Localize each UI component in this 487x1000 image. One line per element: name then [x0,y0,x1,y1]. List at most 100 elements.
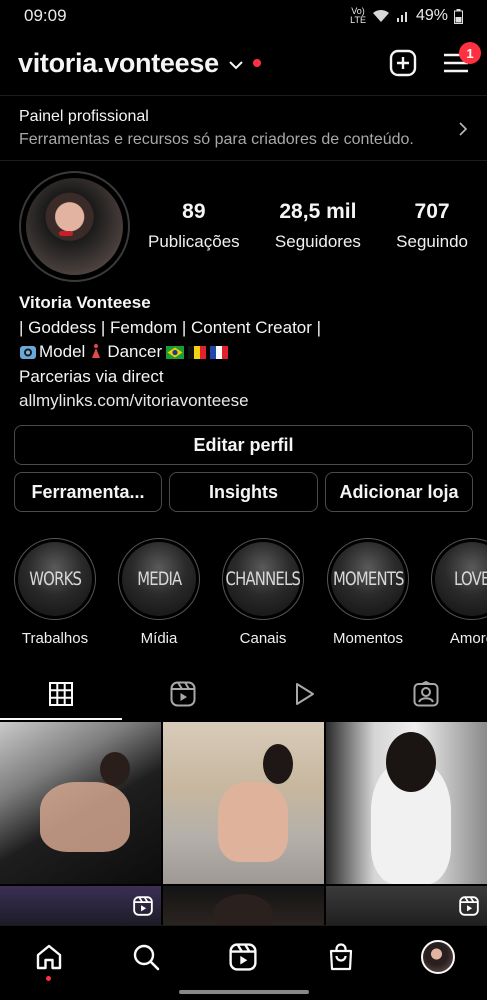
highlight-love[interactable]: LOVE Amore [431,538,487,647]
grid-post[interactable] [326,722,487,884]
pro-panel-title: Painel profissional [19,108,149,125]
bio-line-3: Parcerias via direct [19,366,164,386]
bio-model-text: Model [39,342,86,362]
highlight-cover-text: CHANNELS [226,568,300,590]
highlight-moments[interactable]: MOMENTS Momentos [327,538,409,647]
status-icons: Vo) LTE 49% [350,7,463,25]
highlight-cover: WORKS [14,538,96,620]
status-bar: 09:09 Vo) LTE 49% [0,0,487,32]
profile-header: vitoria.vonteese 1 [0,40,487,86]
stat-following[interactable]: 707 Seguindo [396,200,468,252]
grid-icon [48,682,73,706]
tab-tagged[interactable] [365,668,487,720]
bio-link[interactable]: allmylinks.com/vitoriavonteese [19,389,469,414]
highlight-cover: MOMENTS [327,538,409,620]
followers-count: 28,5 mil [279,200,357,223]
belgium-flag-icon [188,345,207,359]
reel-badge-icon [459,896,479,916]
profile-tabs [0,668,487,720]
display-name: Vitoria Vonteese [19,293,151,312]
highlight-label: Canais [239,630,287,647]
posts-count: 89 [182,200,206,223]
bio-line-1: | Goddess | Femdom | Content Creator | [19,317,322,337]
nav-profile-avatar [421,940,456,974]
highlight-cover-text: LOVE [454,568,487,590]
volte-icon: Vo) LTE [350,6,366,25]
grid-post[interactable] [326,886,487,926]
tagged-icon [413,681,439,707]
add-shop-button[interactable]: Adicionar loja [325,472,473,512]
username[interactable]: vitoria.vonteese [18,48,219,79]
camera-icon [20,346,36,360]
chevron-down-icon[interactable] [229,60,243,70]
stat-followers[interactable]: 28,5 mil Seguidores [275,200,361,252]
nav-profile[interactable] [413,940,463,974]
highlight-cover-text: MEDIA [136,568,182,590]
highlight-cover: CHANNELS [222,538,304,620]
profile-stats: 89 Publicações 28,5 mil Seguidores 707 S… [148,200,468,252]
highlight-channels[interactable]: CHANNELS Canais [222,538,304,647]
play-icon [296,683,315,705]
highlight-clip: LOVE Amore [405,530,487,660]
create-button[interactable] [389,49,417,77]
profile-avatar [26,178,123,275]
tab-reels[interactable] [122,668,244,720]
france-flag-icon [210,345,229,359]
tab-grid[interactable] [0,668,122,720]
edit-profile-button[interactable]: Editar perfil [14,425,473,465]
profile-bio: Vitoria Vonteese | Goddess | Femdom | Co… [19,291,469,414]
grid-post[interactable] [0,886,161,926]
following-count: 707 [414,200,450,223]
highlight-cover-text: MOMENTS [332,568,404,590]
dancer-icon [92,344,101,359]
pro-panel-subtitle: Ferramentas e recursos só para criadores… [19,131,414,148]
nav-home-indicator [46,976,52,981]
tools-button[interactable]: Ferramenta... [14,472,162,512]
shopping-bag-icon [329,943,352,971]
grid-post[interactable] [163,886,324,926]
menu-button[interactable]: 1 [443,42,481,74]
highlight-cover: LOVE [431,538,487,620]
plus-square-icon [389,49,417,77]
stat-posts[interactable]: 89 Publicações [148,200,240,252]
nav-reels[interactable] [218,943,268,971]
reel-badge-icon [133,896,153,916]
reels-icon [229,943,258,971]
gesture-bar [178,990,309,994]
highlight-media[interactable]: MEDIA Mídia [118,538,200,647]
professional-dashboard[interactable]: Painel profissional Ferramentas e recurs… [0,95,487,161]
highlight-label: Momentos [332,630,404,647]
status-time: 09:09 [24,6,67,25]
nav-search[interactable] [121,943,171,971]
tab-videos[interactable] [244,668,366,720]
nav-shop[interactable] [316,943,366,971]
home-icon [36,944,61,970]
posts-label: Publicações [148,232,240,251]
bottom-nav [0,925,487,1000]
wifi-icon [372,9,389,22]
grid-post[interactable] [163,722,324,884]
reels-icon [170,681,196,707]
followers-label: Seguidores [274,232,361,251]
battery-icon [454,8,463,24]
highlight-label: Trabalhos [21,630,89,647]
chevron-right-icon [459,122,467,136]
profile-avatar-ring[interactable] [19,171,130,282]
following-label: Seguindo [396,232,468,251]
notification-badge: 1 [459,42,481,64]
search-icon [133,944,160,971]
nav-home[interactable] [24,943,74,981]
highlight-works[interactable]: WORKS Trabalhos [14,538,96,647]
bio-line-2: Model Dancer [19,340,469,365]
grid-post[interactable] [0,722,161,884]
status-dot [252,59,261,67]
highlight-label: Amore [449,630,487,647]
posts-grid [0,722,487,926]
insights-button[interactable]: Insights [169,472,318,512]
highlight-cover-text: WORKS [29,568,82,590]
highlight-cover: MEDIA [118,538,200,620]
highlight-label: Mídia [140,630,178,647]
battery-percent: 49% [415,7,448,24]
signal-icon [396,12,407,22]
brazil-flag-icon [166,345,185,359]
